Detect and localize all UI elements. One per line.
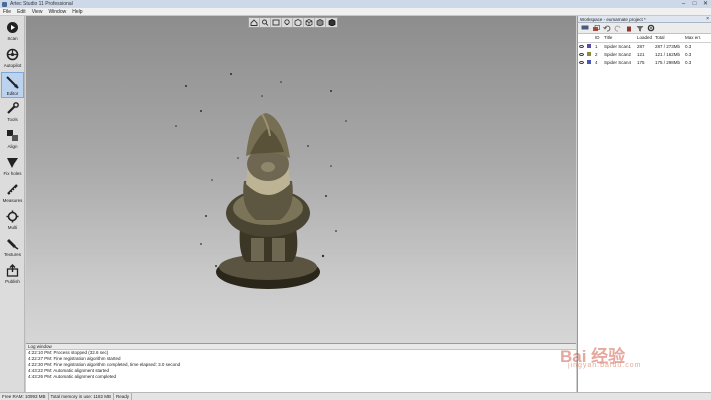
app-state: Ready bbox=[114, 393, 132, 400]
workspace-toolbar bbox=[578, 23, 711, 34]
scan-total: 121 / 162Mb bbox=[655, 51, 681, 57]
scan-id: 1 bbox=[595, 43, 598, 49]
log-window: Log window 4:22:10 PM: Process stopped (… bbox=[26, 343, 576, 392]
scan-icon bbox=[6, 20, 20, 34]
tool-publish[interactable]: Publish bbox=[1, 261, 24, 287]
scan-title: Spider Scan4 bbox=[604, 59, 632, 65]
scan-title: Spider Scan2 bbox=[604, 51, 632, 57]
close-button[interactable]: ✕ bbox=[700, 0, 711, 8]
tools-icon bbox=[6, 101, 20, 115]
tool-multi[interactable]: Multi bbox=[1, 207, 24, 233]
editor-icon bbox=[6, 75, 20, 89]
display-icon[interactable] bbox=[580, 24, 589, 32]
eye-icon[interactable] bbox=[579, 44, 584, 48]
column-color[interactable] bbox=[586, 34, 594, 43]
scan-color-swatch bbox=[587, 51, 591, 56]
workspace-panel: Workspace - eumarnate project * × ID Tit… bbox=[577, 16, 711, 392]
publish-icon bbox=[6, 263, 20, 277]
column-loaded[interactable]: Loaded bbox=[636, 34, 654, 43]
free-ram-status: Free RAM: 10993 MB bbox=[0, 393, 49, 400]
autopilot-icon bbox=[6, 47, 20, 61]
tool-label: Measures bbox=[2, 198, 23, 203]
log-line: 4:43:26 PM: Automatic alignment complete… bbox=[28, 374, 117, 379]
scan-color-swatch bbox=[587, 59, 591, 64]
app-logo-icon bbox=[2, 1, 7, 7]
memory-status: Total memory in use: 1182 MB bbox=[49, 393, 114, 400]
eye-icon[interactable] bbox=[579, 52, 584, 56]
tool-align[interactable]: Align bbox=[1, 126, 24, 152]
column-max-err[interactable]: Max err. bbox=[684, 34, 711, 43]
fix-holes-icon bbox=[6, 155, 20, 169]
scans-table: ID Title Loaded Total Max err. 1 Spider … bbox=[578, 34, 711, 66]
menu-view[interactable]: View bbox=[32, 9, 43, 15]
scan-max-err: 0.3 bbox=[685, 51, 692, 57]
scan-total: 175 / 298Mb bbox=[655, 59, 681, 65]
scan-max-err: 0.3 bbox=[685, 43, 692, 49]
scan-loaded: 175 bbox=[637, 59, 645, 65]
scan-title: Spider Scan1 bbox=[604, 43, 632, 49]
scan-total: 287 / 273Mb bbox=[655, 43, 681, 49]
watermark-url: jingyan.baidu.com bbox=[568, 362, 642, 369]
workspace-title: Workspace - eumarnate project * × bbox=[578, 16, 711, 23]
tool-label: Autopilot bbox=[3, 63, 22, 68]
tool-label: Align bbox=[7, 144, 18, 149]
measures-icon bbox=[6, 182, 20, 196]
table-row[interactable]: 2 Spider Scan2 121 121 / 162Mb 0.3 bbox=[578, 50, 711, 58]
scan-id: 4 bbox=[595, 59, 598, 65]
workspace-title-text: Workspace - eumarnate project * bbox=[580, 17, 646, 22]
align-icon bbox=[6, 128, 20, 142]
maximize-button[interactable]: □ bbox=[689, 0, 700, 8]
3d-viewport[interactable] bbox=[26, 16, 576, 343]
window-title: Artec Studio 11 Professional bbox=[10, 1, 73, 7]
scan-id: 2 bbox=[595, 51, 598, 57]
tool-autopilot[interactable]: Autopilot bbox=[1, 45, 24, 71]
tool-label: Editor bbox=[6, 91, 19, 96]
title-bar: Artec Studio 11 Professional – □ ✕ bbox=[0, 0, 711, 8]
tool-label: Textures bbox=[3, 252, 21, 257]
gear-icon[interactable] bbox=[646, 24, 655, 32]
textures-icon bbox=[6, 236, 20, 250]
tool-label: Multi bbox=[7, 225, 18, 230]
tool-label: Publish bbox=[5, 279, 20, 284]
menu-bar: File Edit View Window Help bbox=[0, 8, 711, 16]
scan-loaded: 121 bbox=[637, 51, 645, 57]
filter-icon[interactable] bbox=[635, 24, 644, 32]
table-row[interactable]: 1 Spider Scan1 287 287 / 273Mb 0.3 bbox=[578, 42, 711, 50]
table-header: ID Title Loaded Total Max err. bbox=[578, 34, 711, 43]
column-title[interactable]: Title bbox=[603, 34, 636, 43]
copy-icon[interactable] bbox=[591, 24, 600, 32]
scan-loaded: 287 bbox=[637, 43, 645, 49]
tool-measures[interactable]: Measures bbox=[1, 180, 24, 206]
undo-icon[interactable] bbox=[602, 24, 611, 32]
app-window: Artec Studio 11 Professional – □ ✕ File … bbox=[0, 0, 711, 400]
tool-textures[interactable]: Textures bbox=[1, 234, 24, 260]
tool-label: Tools bbox=[7, 117, 18, 122]
tool-label: Scan bbox=[7, 36, 18, 41]
scan-max-err: 0.3 bbox=[685, 59, 692, 65]
minimize-button[interactable]: – bbox=[678, 0, 689, 8]
tool-editor[interactable]: Editor bbox=[1, 72, 24, 98]
scan-color-swatch bbox=[587, 43, 591, 48]
menu-help[interactable]: Help bbox=[72, 9, 82, 15]
gnome-scan-model[interactable] bbox=[26, 16, 576, 343]
status-bar: Free RAM: 10993 MB Total memory in use: … bbox=[0, 392, 711, 400]
redo-icon[interactable] bbox=[613, 24, 622, 32]
column-total[interactable]: Total bbox=[654, 34, 684, 43]
menu-file[interactable]: File bbox=[3, 9, 11, 15]
table-row[interactable]: 4 Spider Scan4 175 175 / 298Mb 0.3 bbox=[578, 58, 711, 66]
tool-scan[interactable]: Scan bbox=[1, 18, 24, 44]
tool-tools[interactable]: Tools bbox=[1, 99, 24, 125]
menu-edit[interactable]: Edit bbox=[17, 9, 26, 15]
delete-icon[interactable] bbox=[624, 24, 633, 32]
main-toolbar: Scan Autopilot Editor Tools Align Fix ho… bbox=[0, 16, 25, 392]
eye-icon[interactable] bbox=[579, 60, 584, 64]
tool-label: Fix holes bbox=[3, 171, 22, 176]
tool-fix-holes[interactable]: Fix holes bbox=[1, 153, 24, 179]
close-icon[interactable]: × bbox=[706, 16, 709, 23]
multi-icon bbox=[6, 209, 20, 223]
column-id[interactable]: ID bbox=[594, 34, 603, 43]
column-visibility[interactable] bbox=[578, 34, 586, 43]
menu-window[interactable]: Window bbox=[48, 9, 66, 15]
